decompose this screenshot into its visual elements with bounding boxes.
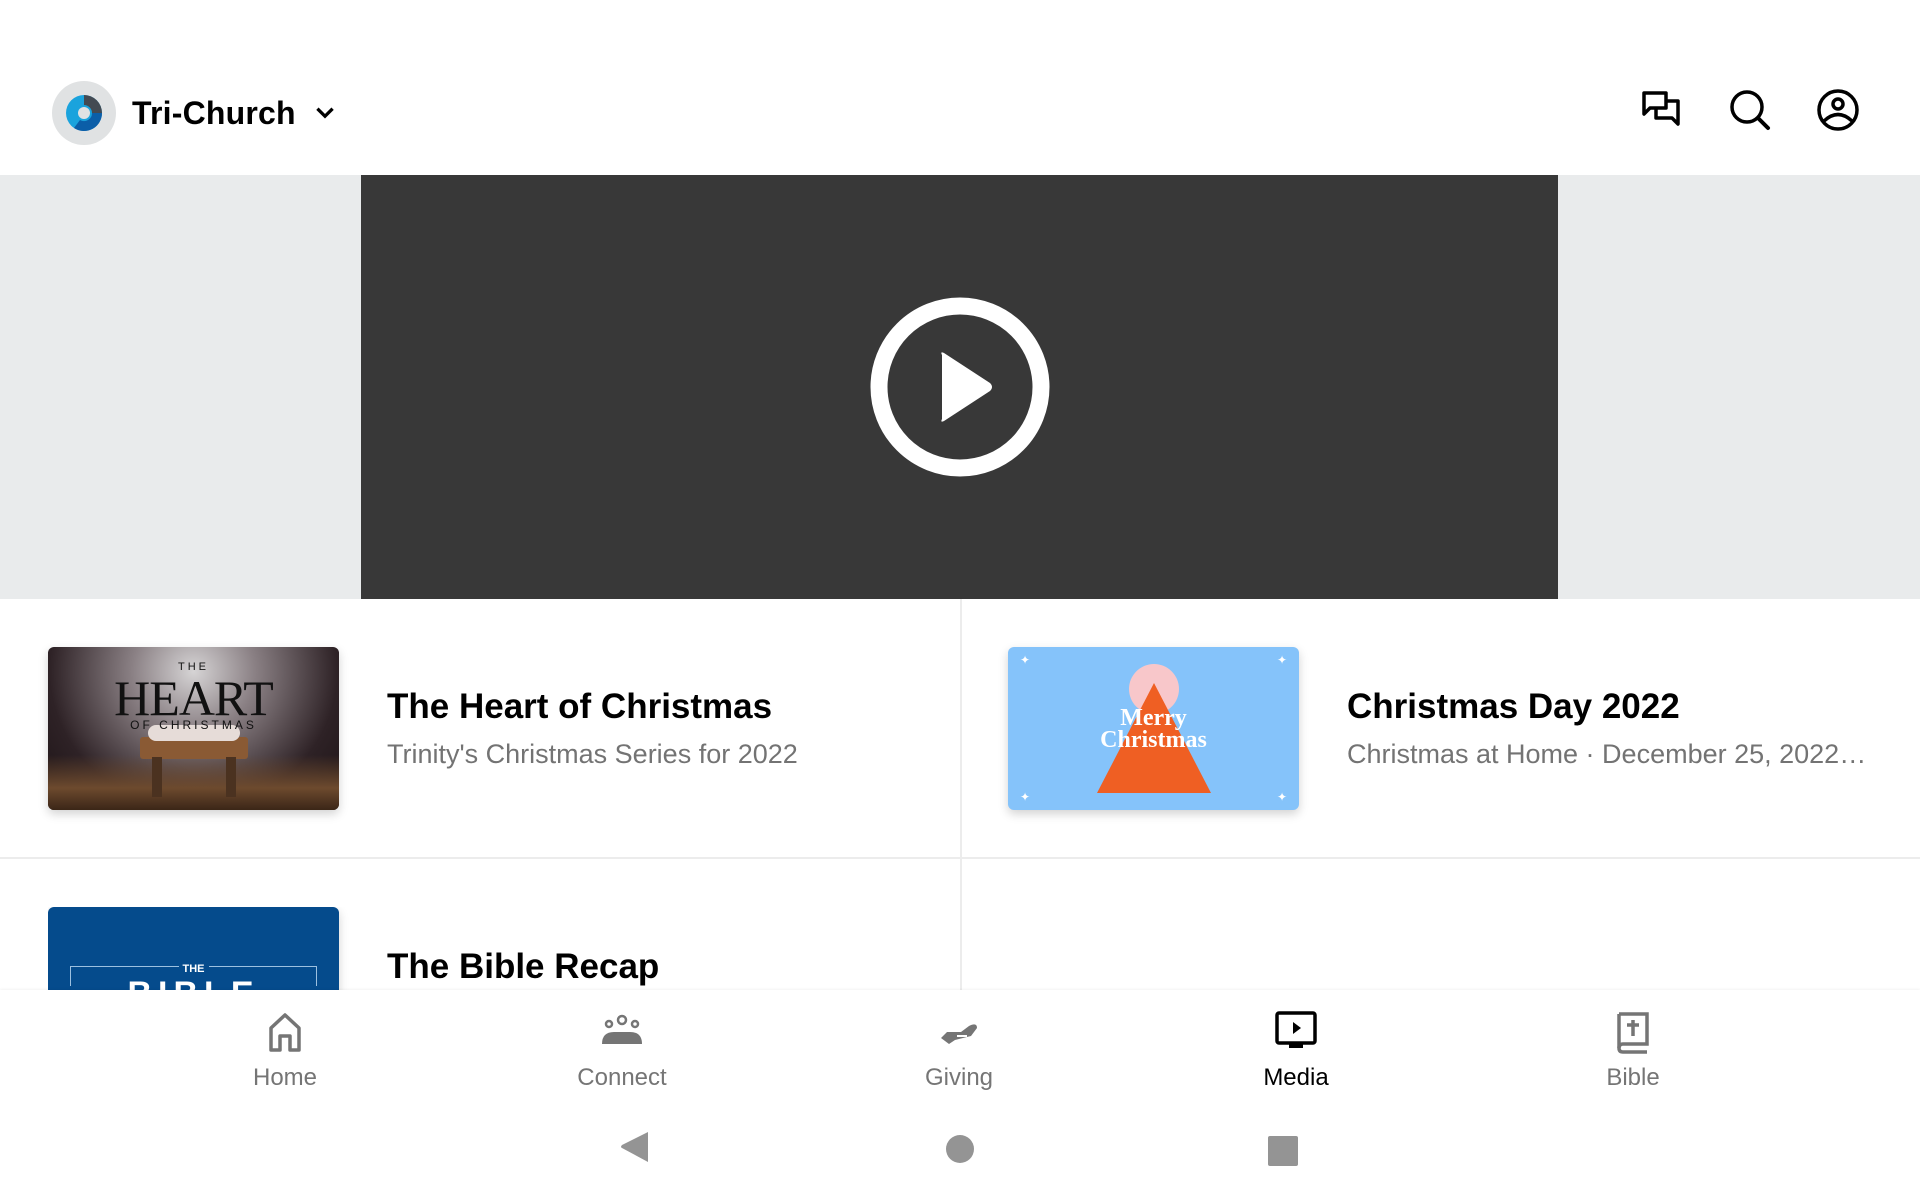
app-header: Tri-Church <box>0 0 1920 175</box>
church-switcher[interactable]: Tri-Church <box>52 81 338 145</box>
chevron-down-icon <box>316 107 334 119</box>
video-player[interactable] <box>361 175 1558 599</box>
giving-hand-icon <box>941 1024 977 1044</box>
search-icon[interactable] <box>1728 88 1772 132</box>
media-title: The Bible Recap <box>387 947 660 986</box>
system-nav-bar <box>0 1100 1920 1200</box>
nav-label: Home <box>252 1064 318 1091</box>
media-title: Christmas Day 2022 <box>1347 687 1680 726</box>
bottom-nav: Home Connect Giving Media Bible <box>0 990 1920 1100</box>
church-name: Tri-Church <box>132 94 296 131</box>
media-subtitle: Christmas at Home · December 25, 2022… <box>1347 739 1867 769</box>
home-circle-icon[interactable] <box>945 1134 975 1164</box>
media-list: THE HEART OF CHRISTMAS The Heart of Chri… <box>0 599 1920 990</box>
media-thumbnail: THE HEART OF CHRISTMAS <box>48 647 339 810</box>
nav-home[interactable]: Home <box>185 990 385 1100</box>
media-item[interactable]: Merry Christmas ✦ ✦ ✦ ✦ Christmas Day 20… <box>1008 647 1866 810</box>
user-circle-icon[interactable] <box>1816 88 1860 132</box>
nav-media[interactable]: Media <box>1196 990 1396 1100</box>
nav-bible[interactable]: Bible <box>1533 990 1733 1100</box>
home-icon <box>269 1013 301 1052</box>
media-title: The Heart of Christmas <box>387 687 773 726</box>
thumb-text: Christmas <box>1100 727 1207 753</box>
bible-icon <box>1617 1012 1649 1054</box>
thumb-text: OF CHRISTMAS <box>130 718 257 732</box>
chat-bubbles-icon[interactable] <box>1640 88 1684 132</box>
back-icon[interactable] <box>618 1130 650 1164</box>
nav-label: Giving <box>924 1064 994 1091</box>
hero-area <box>0 175 1920 599</box>
nav-label: Connect <box>577 1064 667 1091</box>
column-divider <box>960 599 962 990</box>
recents-icon[interactable] <box>1268 1136 1298 1166</box>
play-circle-icon[interactable] <box>870 297 1050 477</box>
people-icon <box>602 1014 642 1044</box>
media-thumbnail: THE BIBLE RECAP <box>48 907 339 990</box>
media-tv-icon <box>1275 1011 1317 1048</box>
thumb-text: THE <box>178 963 209 975</box>
media-subtitle: Trinity's Christmas Series for 2022 <box>387 739 798 769</box>
media-thumbnail: Merry Christmas ✦ ✦ ✦ ✦ <box>1008 647 1299 810</box>
media-item[interactable]: THE HEART OF CHRISTMAS The Heart of Chri… <box>48 647 798 810</box>
row-divider <box>0 857 1920 859</box>
thumb-text: Merry <box>1120 705 1187 731</box>
nav-connect[interactable]: Connect <box>522 990 722 1100</box>
media-item[interactable]: THE BIBLE RECAP The Bible Recap <box>48 907 659 990</box>
church-logo-icon <box>52 81 116 145</box>
thumb-text: BIBLE RECAP <box>48 975 339 990</box>
nav-giving[interactable]: Giving <box>859 990 1059 1100</box>
nav-label: Bible <box>1606 1064 1660 1091</box>
nav-label: Media <box>1263 1064 1329 1091</box>
